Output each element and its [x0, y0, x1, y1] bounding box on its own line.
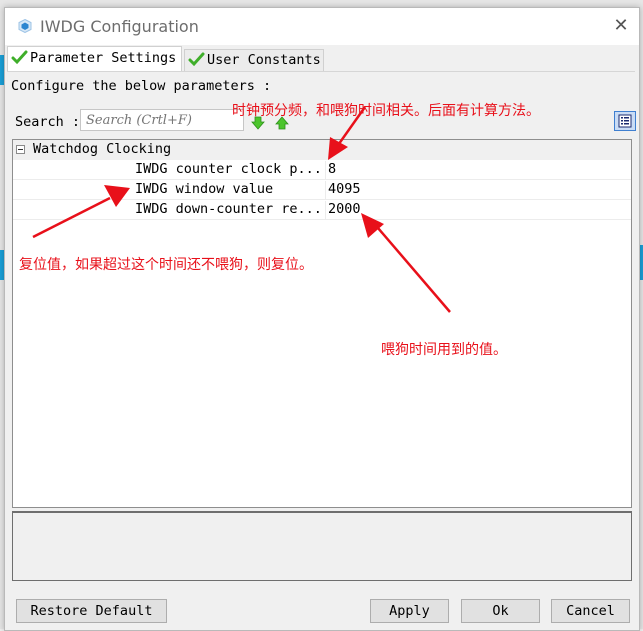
annotation-reload-note: 喂狗时间用到的值。 — [381, 342, 507, 358]
parameter-value[interactable]: 8 — [325, 161, 336, 180]
tab-label: User Constants — [207, 52, 321, 68]
title-bar: IWDG Configuration ✕ — [5, 8, 639, 45]
collapse-icon[interactable] — [16, 145, 25, 154]
group-watchdog-clocking[interactable]: Watchdog Clocking — [13, 140, 631, 160]
description-pane — [12, 511, 632, 581]
parameter-name: IWDG down-counter re... — [135, 201, 322, 217]
ok-button[interactable]: Ok — [461, 599, 540, 623]
parameter-value[interactable]: 4095 — [325, 181, 361, 200]
parameter-row[interactable]: IWDG window value 4095 — [13, 180, 631, 200]
parameter-name: IWDG counter clock p... — [135, 161, 322, 177]
search-label: Search : — [15, 114, 81, 130]
cancel-button[interactable]: Cancel — [551, 599, 630, 623]
checkmark-icon — [11, 50, 28, 65]
app-cube-icon — [18, 19, 32, 33]
checkmark-icon — [188, 52, 205, 67]
window-title: IWDG Configuration — [40, 17, 199, 36]
close-button[interactable]: ✕ — [611, 16, 631, 36]
parameter-row[interactable]: IWDG down-counter re... 2000 — [13, 200, 631, 220]
group-label: Watchdog Clocking — [33, 141, 172, 157]
parameter-grid: Watchdog Clocking IWDG counter clock p..… — [12, 139, 632, 508]
restore-default-button[interactable]: Restore Default — [16, 599, 167, 623]
list-view-icon — [618, 114, 632, 128]
configure-label: Configure the below parameters : — [11, 78, 272, 94]
tab-label: Parameter Settings — [30, 50, 177, 66]
apply-button[interactable]: Apply — [370, 599, 449, 623]
parameter-row[interactable]: IWDG counter clock p... 8 — [13, 160, 631, 180]
parameter-name: IWDG window value — [135, 181, 274, 197]
tab-user-constants[interactable]: User Constants — [184, 49, 324, 71]
tab-parameter-settings[interactable]: Parameter Settings — [7, 46, 182, 72]
parameter-settings-panel: Configure the below parameters : Search … — [7, 71, 636, 591]
close-icon: ✕ — [613, 15, 629, 36]
list-view-toggle-button[interactable] — [614, 111, 636, 131]
search-input[interactable] — [80, 109, 244, 131]
parameter-value[interactable]: 2000 — [325, 201, 361, 220]
annotation-prescaler-note: 时钟预分频，和喂狗时间相关。后面有计算方法。 — [232, 103, 540, 119]
annotation-window-note: 复位值，如果超过这个时间还不喂狗，则复位。 — [19, 257, 313, 273]
